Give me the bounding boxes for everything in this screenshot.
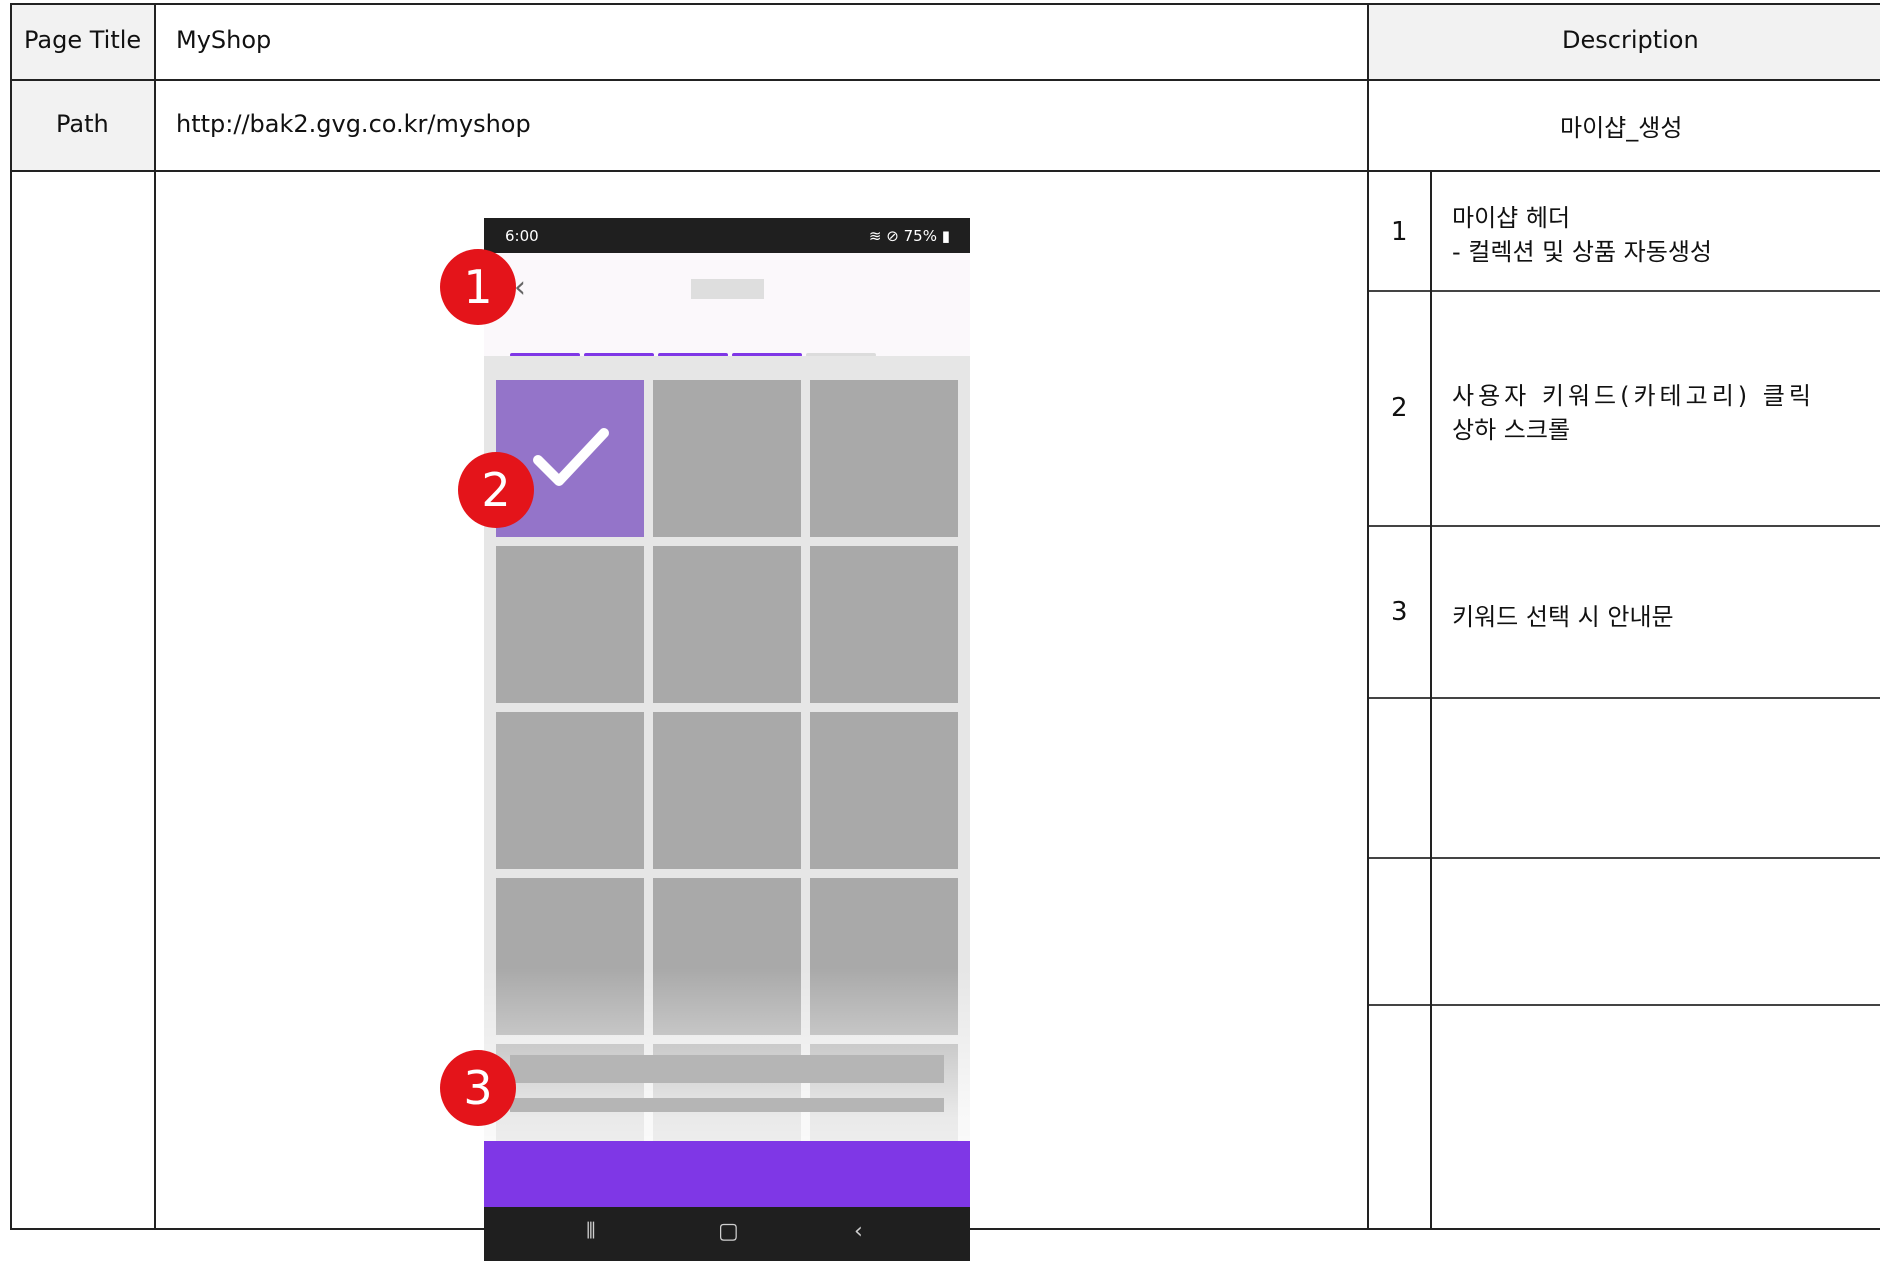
status-indicators: ≋ ⊘ 75% ▮ xyxy=(869,227,950,245)
keyword-tile[interactable] xyxy=(810,546,958,703)
desc-row-1-line1: 마이샵 헤더 xyxy=(1452,204,1571,232)
path-label: Path xyxy=(56,110,109,138)
guide-text-placeholder xyxy=(510,1098,944,1112)
wifi-icon: ≋ xyxy=(868,227,882,245)
header-title-placeholder xyxy=(691,279,764,299)
desc-row-1-num: 1 xyxy=(1391,217,1408,247)
status-bar: 6:00 ≋ ⊘ 75% ▮ xyxy=(484,218,970,253)
battery-icon: ▮ xyxy=(941,227,950,245)
recent-apps-icon[interactable]: ⦀ xyxy=(586,1219,596,1244)
keyword-tile[interactable] xyxy=(496,712,644,869)
callout-marker-2: 2 xyxy=(458,452,534,528)
desc-row-1-line2: - 컬렉션 및 상품 자동생성 xyxy=(1452,238,1712,266)
description-value: 마이샵_생성 xyxy=(1560,114,1683,142)
keyword-tile[interactable] xyxy=(653,546,801,703)
desc-row-2-line2: 상하 스크롤 xyxy=(1452,416,1571,444)
battery-level: 75% xyxy=(903,227,937,245)
page-title-value: MyShop xyxy=(176,26,272,54)
back-icon[interactable]: ‹ xyxy=(854,1219,863,1244)
next-button[interactable] xyxy=(484,1141,970,1207)
keyword-tile[interactable] xyxy=(810,712,958,869)
app-header: ‹ xyxy=(484,253,970,323)
desc-row-2-line1: 사용자 키워드(카테고리) 클릭 xyxy=(1452,382,1815,410)
keyword-tile[interactable] xyxy=(810,380,958,537)
phone-mockup: 6:00 ≋ ⊘ 75% ▮ ‹ ⦀ ▢ ‹ xyxy=(484,218,970,1261)
system-nav-bar: ⦀ ▢ ‹ xyxy=(484,1207,970,1261)
status-time: 6:00 xyxy=(505,227,539,245)
callout-marker-3: 3 xyxy=(440,1050,516,1126)
guide-text-placeholder xyxy=(510,1055,944,1083)
no-disturb-icon: ⊘ xyxy=(886,227,899,245)
desc-row-3-num: 3 xyxy=(1391,597,1408,627)
home-icon[interactable]: ▢ xyxy=(718,1219,739,1244)
keyword-tile[interactable] xyxy=(496,546,644,703)
keyword-tile[interactable] xyxy=(653,380,801,537)
keyword-grid xyxy=(484,356,970,1238)
desc-row-3-line1: 키워드 선택 시 안내문 xyxy=(1452,603,1674,631)
keyword-tile[interactable] xyxy=(653,712,801,869)
spec-sheet: Page Title MyShop Description Path http:… xyxy=(0,0,1880,1261)
callout-marker-1: 1 xyxy=(440,249,516,325)
desc-row-2-num: 2 xyxy=(1391,393,1408,423)
path-value: http://bak2.gvg.co.kr/myshop xyxy=(176,110,531,138)
description-label: Description xyxy=(1562,26,1699,54)
page-title-label: Page Title xyxy=(24,26,142,54)
